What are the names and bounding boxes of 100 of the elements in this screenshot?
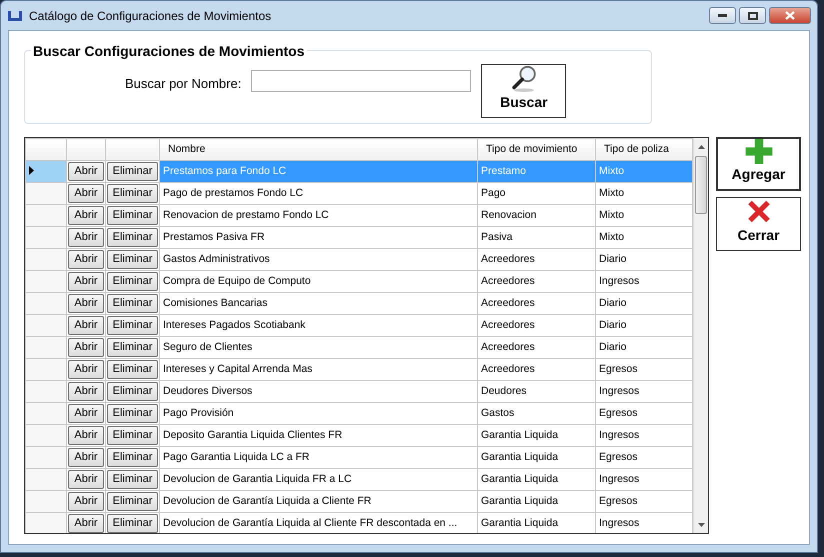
open-button[interactable]: Abrir	[68, 492, 104, 511]
table-cell: Diario	[596, 292, 692, 314]
table-cell: Gastos Administrativos	[160, 248, 478, 270]
table-cell: Pago Garantia Liquida LC a FR	[160, 446, 478, 468]
table-cell: Ingresos	[596, 468, 692, 490]
table-cell: Ingresos	[596, 424, 692, 446]
delete-button[interactable]: Eliminar	[107, 206, 158, 225]
delete-button[interactable]: Eliminar	[107, 228, 158, 247]
minimize-button[interactable]	[709, 7, 736, 24]
open-button[interactable]: Abrir	[68, 448, 104, 467]
close-icon	[785, 11, 795, 20]
table-cell: Mixto	[596, 226, 692, 248]
row-header[interactable]	[26, 160, 66, 182]
open-button[interactable]: Abrir	[68, 184, 104, 203]
table-cell: Ingresos	[596, 270, 692, 292]
table-cell: Garantia Liquida	[478, 468, 596, 490]
delete-button[interactable]: Eliminar	[107, 316, 158, 335]
column-header: Tipo de poliza	[596, 138, 692, 160]
table-cell: Diario	[596, 248, 692, 270]
open-button[interactable]: Abrir	[68, 272, 104, 291]
table-cell: Seguro de Clientes	[160, 336, 478, 358]
table-cell: Garantia Liquida	[478, 424, 596, 446]
maximize-button[interactable]	[739, 7, 766, 24]
table-cell: Acreedores	[478, 358, 596, 380]
table-cell: Egresos	[596, 490, 692, 512]
table-cell: Deposito Garantia Liquida Clientes FR	[160, 424, 478, 446]
open-button[interactable]: Abrir	[68, 338, 104, 357]
delete-button[interactable]: Eliminar	[107, 492, 158, 511]
table-cell: Diario	[596, 336, 692, 358]
scrollbar[interactable]	[693, 138, 708, 533]
table-cell: Diario	[596, 314, 692, 336]
scroll-down-icon[interactable]	[698, 522, 704, 526]
open-button[interactable]: Abrir	[68, 470, 104, 489]
table-cell: Pasiva	[478, 226, 596, 248]
open-button[interactable]: Abrir	[68, 360, 104, 379]
maximize-icon	[748, 12, 758, 20]
table-cell: Egresos	[596, 402, 692, 424]
table-cell: Acreedores	[478, 292, 596, 314]
table-cell: Egresos	[596, 358, 692, 380]
table-cell: Devolucion de Garantía Liquida a Cliente FR	[160, 490, 478, 512]
table-cell: Deudores Diversos	[160, 380, 478, 402]
open-button[interactable]: Abrir	[68, 514, 104, 533]
scroll-up-icon[interactable]	[698, 144, 704, 148]
current-row-icon	[29, 166, 34, 176]
table-cell: Egresos	[596, 446, 692, 468]
table-cell: Renovacion de prestamo Fondo LC	[160, 204, 478, 226]
table-cell: Renovacion	[478, 204, 596, 226]
delete-button[interactable]: Eliminar	[107, 448, 158, 467]
table-cell: Prestamos para Fondo LC	[160, 160, 478, 182]
delete-button[interactable]: Eliminar	[107, 404, 158, 423]
table-cell: Pago Provisión	[160, 402, 478, 424]
plus-icon	[742, 139, 774, 164]
table-cell: Acreedores	[478, 248, 596, 270]
open-button[interactable]: Abrir	[68, 382, 104, 401]
search-label: Buscar por Nombre:	[125, 75, 242, 93]
table-cell: Mixto	[596, 182, 692, 204]
table-cell: Garantia Liquida	[478, 446, 596, 468]
open-button[interactable]: Abrir	[68, 162, 104, 181]
table-cell: Prestamos Pasiva FR	[160, 226, 478, 248]
add-button[interactable]: Agregar	[716, 137, 801, 191]
delete-button[interactable]: Eliminar	[107, 382, 158, 401]
open-button[interactable]: Abrir	[68, 404, 104, 423]
delete-button[interactable]: Eliminar	[107, 360, 158, 379]
search-field[interactable]	[251, 70, 472, 92]
scroll-thumb[interactable]	[695, 156, 707, 214]
delete-button[interactable]: Eliminar	[107, 272, 158, 291]
column-header: Nombre	[160, 138, 478, 160]
delete-button[interactable]: Eliminar	[107, 426, 158, 445]
close-button[interactable]	[769, 7, 811, 24]
delete-button[interactable]: Eliminar	[107, 294, 158, 313]
delete-button[interactable]: Eliminar	[107, 470, 158, 489]
column-header: Tipo de movimiento	[478, 138, 596, 160]
table-cell: Pago de prestamos Fondo LC	[160, 182, 478, 204]
open-button[interactable]: Abrir	[68, 426, 104, 445]
delete-button[interactable]: Eliminar	[107, 250, 158, 269]
search-button[interactable]: Buscar	[481, 64, 566, 118]
table-cell: Compra de Equipo de Computo	[160, 270, 478, 292]
table-cell: Prestamo	[478, 160, 596, 182]
table-cell: Mixto	[596, 204, 692, 226]
open-button[interactable]: Abrir	[68, 294, 104, 313]
table-cell: Acreedores	[478, 336, 596, 358]
open-button[interactable]: Abrir	[68, 228, 104, 247]
close-button[interactable]: Cerrar	[716, 197, 801, 251]
app-icon	[7, 10, 23, 22]
open-button[interactable]: Abrir	[68, 250, 104, 269]
table-cell: Ingresos	[596, 380, 692, 402]
delete-button[interactable]: Eliminar	[107, 184, 158, 203]
table-cell: Devolucion de Garantia Liquida FR a LC	[160, 468, 478, 490]
open-button[interactable]: Abrir	[68, 206, 104, 225]
delete-button[interactable]: Eliminar	[107, 162, 158, 181]
window-title: Catálogo de Configuraciones de Movimientos	[29, 8, 272, 24]
table-cell: Gastos	[478, 402, 596, 424]
table-cell: Acreedores	[478, 314, 596, 336]
open-button[interactable]: Abrir	[68, 316, 104, 335]
table-cell: Intereses y Capital Arrenda Mas	[160, 358, 478, 380]
table-cell: Garantia Liquida	[478, 490, 596, 512]
delete-button[interactable]: Eliminar	[107, 514, 158, 533]
table-cell: Deudores	[478, 380, 596, 402]
delete-button[interactable]: Eliminar	[107, 338, 158, 357]
minimize-icon	[718, 14, 727, 17]
